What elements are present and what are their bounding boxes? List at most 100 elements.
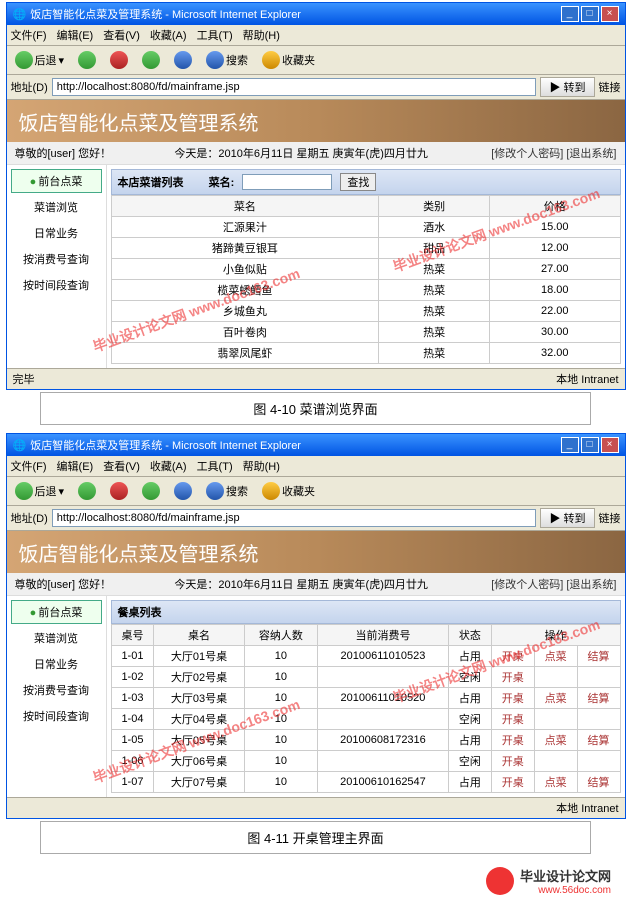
menu-file[interactable]: 文件(F)	[11, 27, 47, 43]
action-link[interactable]: 开桌	[502, 693, 524, 705]
maximize-button[interactable]: □	[581, 6, 599, 22]
cell: 甜品	[379, 238, 490, 259]
close-button[interactable]: ×	[601, 6, 619, 22]
action-link[interactable]: 点菜	[545, 735, 567, 747]
search-button[interactable]: 搜索	[202, 480, 252, 502]
logout-link[interactable]: [退出系统]	[566, 148, 616, 160]
maximize-button[interactable]: □	[581, 437, 599, 453]
menu-edit[interactable]: 编辑(E)	[57, 458, 94, 474]
menu-help[interactable]: 帮助(H)	[243, 458, 280, 474]
stop-button[interactable]	[106, 480, 132, 502]
back-button[interactable]: 后退 ▾	[11, 480, 69, 502]
home-icon	[174, 482, 192, 500]
menu-favorites[interactable]: 收藏(A)	[150, 458, 187, 474]
close-button[interactable]: ×	[601, 437, 619, 453]
sidebar-item-query-time[interactable]: 按时间段查询	[11, 273, 102, 297]
cell: 1-03	[111, 688, 154, 709]
cell: 占用	[448, 772, 491, 793]
minimize-button[interactable]: _	[561, 6, 579, 22]
search-button-dish[interactable]: 查找	[340, 173, 376, 191]
cell: 1-02	[111, 667, 154, 688]
table-row: 小鱼似贴热菜27.00	[111, 259, 620, 280]
links-label[interactable]: 链接	[599, 510, 621, 526]
menu-view[interactable]: 查看(V)	[103, 27, 140, 43]
address-input[interactable]	[52, 509, 537, 527]
links-label[interactable]: 链接	[599, 79, 621, 95]
toolbar: 后退 ▾ 搜索 收藏夹	[7, 477, 625, 506]
sidebar-item-menu[interactable]: 菜谱浏览	[11, 195, 102, 219]
menu-edit[interactable]: 编辑(E)	[57, 27, 94, 43]
menu-bar: 文件(F) 编辑(E) 查看(V) 收藏(A) 工具(T) 帮助(H)	[7, 25, 625, 46]
menu-view[interactable]: 查看(V)	[103, 458, 140, 474]
go-button[interactable]: ▶ 转到	[540, 77, 594, 97]
sidebar-item-order[interactable]: ●前台点菜	[11, 600, 102, 624]
cell: 大厅01号桌	[154, 646, 244, 667]
favorites-button[interactable]: 收藏夹	[258, 480, 319, 502]
action-link[interactable]: 开桌	[502, 756, 524, 768]
sidebar-item-daily[interactable]: 日常业务	[11, 221, 102, 245]
action-link[interactable]: 结算	[588, 651, 610, 663]
back-button[interactable]: 后退 ▾	[11, 49, 69, 71]
action-link[interactable]: 结算	[588, 735, 610, 747]
action-link[interactable]: 结算	[588, 777, 610, 789]
action-link[interactable]: 结算	[588, 693, 610, 705]
search-button[interactable]: 搜索	[202, 49, 252, 71]
action-link[interactable]: 开桌	[502, 735, 524, 747]
col-header: 操作	[491, 625, 620, 646]
refresh-icon	[142, 51, 160, 69]
sidebar-item-order[interactable]: ●前台点菜	[11, 169, 102, 193]
table-row: 榄菜蟋鳕鱼热菜18.00	[111, 280, 620, 301]
minimize-button[interactable]: _	[561, 437, 579, 453]
cell: 10	[244, 772, 317, 793]
action-link[interactable]: 开桌	[502, 672, 524, 684]
home-button[interactable]	[170, 480, 196, 502]
forward-button[interactable]	[74, 480, 100, 502]
change-password-link[interactable]: [修改个人密码]	[491, 579, 563, 591]
forward-icon	[78, 51, 96, 69]
stop-button[interactable]	[106, 49, 132, 71]
go-button[interactable]: ▶ 转到	[540, 508, 594, 528]
toolbar: 后退 ▾ 搜索 收藏夹	[7, 46, 625, 75]
table-row: 1-02大厅02号桌10空闲开桌	[111, 667, 620, 688]
action-link[interactable]: 点菜	[545, 777, 567, 789]
forward-button[interactable]	[74, 49, 100, 71]
cell: 热菜	[379, 259, 490, 280]
menu-tools[interactable]: 工具(T)	[197, 458, 233, 474]
action-link[interactable]: 点菜	[545, 651, 567, 663]
menu-tools[interactable]: 工具(T)	[197, 27, 233, 43]
action-link[interactable]: 开桌	[502, 714, 524, 726]
ie-window-2: 🌐 饭店智能化点菜及管理系统 - Microsoft Internet Expl…	[6, 433, 626, 819]
cell: 占用	[448, 688, 491, 709]
sidebar-item-query-bill[interactable]: 按消费号查询	[11, 678, 102, 702]
cell: 点菜	[534, 646, 577, 667]
cell: 10	[244, 688, 317, 709]
menu-file[interactable]: 文件(F)	[11, 458, 47, 474]
sidebar-item-query-time[interactable]: 按时间段查询	[11, 704, 102, 728]
home-button[interactable]	[170, 49, 196, 71]
table-row: 1-05大厅05号桌1020100608172316占用开桌点菜结算	[111, 730, 620, 751]
refresh-button[interactable]	[138, 480, 164, 502]
cell: 热菜	[379, 343, 490, 364]
address-input[interactable]	[52, 78, 537, 96]
favorites-button[interactable]: 收藏夹	[258, 49, 319, 71]
action-link[interactable]: 开桌	[502, 777, 524, 789]
refresh-button[interactable]	[138, 49, 164, 71]
cell: 点菜	[534, 688, 577, 709]
cell: 32.00	[490, 343, 620, 364]
status-right: 本地 Intranet	[556, 800, 618, 816]
action-link[interactable]: 点菜	[545, 693, 567, 705]
change-password-link[interactable]: [修改个人密码]	[491, 148, 563, 160]
dish-search-input[interactable]	[242, 174, 332, 190]
col-header: 桌号	[111, 625, 154, 646]
logout-link[interactable]: [退出系统]	[566, 579, 616, 591]
sidebar-item-query-bill[interactable]: 按消费号查询	[11, 247, 102, 271]
menu-help[interactable]: 帮助(H)	[243, 27, 280, 43]
ie-logo-icon: 🌐	[13, 439, 27, 452]
action-link[interactable]: 开桌	[502, 651, 524, 663]
col-header: 当前消费号	[318, 625, 449, 646]
address-label: 地址(D)	[11, 79, 48, 95]
sidebar-item-daily[interactable]: 日常业务	[11, 652, 102, 676]
menu-favorites[interactable]: 收藏(A)	[150, 27, 187, 43]
sidebar-item-menu[interactable]: 菜谱浏览	[11, 626, 102, 650]
table-row: 1-03大厅03号桌1020100611010520占用开桌点菜结算	[111, 688, 620, 709]
